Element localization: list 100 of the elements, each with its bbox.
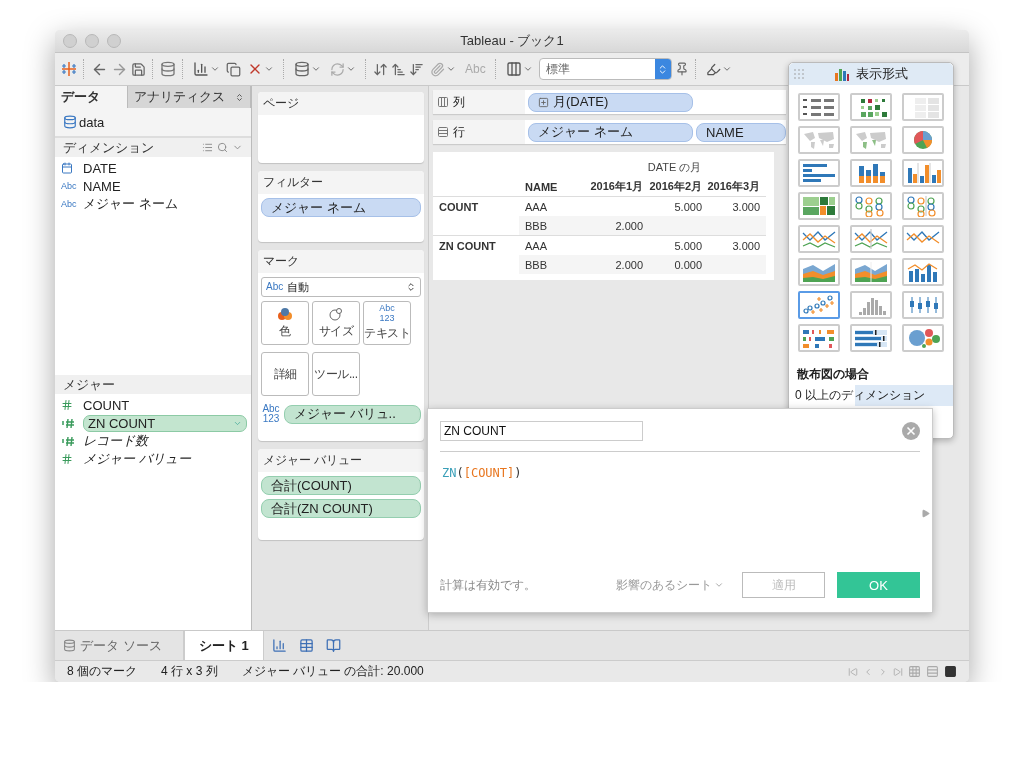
sort-descending-icon[interactable] xyxy=(409,61,424,77)
chart-type-button[interactable] xyxy=(850,225,892,253)
column-header: NAME xyxy=(524,179,559,195)
column-header: 2016年3月 xyxy=(708,179,761,194)
type-label: Abc 123 xyxy=(261,404,281,424)
field-item[interactable]: レコード数 xyxy=(83,432,148,450)
sort-ascending-icon[interactable] xyxy=(391,61,406,77)
chart-type-button[interactable] xyxy=(850,324,892,352)
chart-type-button[interactable] xyxy=(798,258,840,286)
expand-icon[interactable] xyxy=(538,96,549,108)
chart-type-button[interactable] xyxy=(798,225,840,253)
dimension-pill[interactable]: メジャー ネーム xyxy=(261,198,421,217)
database-icon xyxy=(63,115,77,129)
chart-type-button[interactable] xyxy=(850,291,892,319)
status-text: メジャー バリュー の合計: 20.000 xyxy=(241,663,424,680)
horizontal-bar-icon xyxy=(801,162,837,184)
field-item[interactable]: ZN COUNT xyxy=(83,414,247,432)
row-group-label: ZN COUNT xyxy=(433,235,519,255)
pin-icon[interactable] xyxy=(674,62,689,76)
sheet-tab[interactable]: シート 1 xyxy=(184,631,264,660)
chart-type-button[interactable] xyxy=(902,159,944,187)
grid-view-icon[interactable] xyxy=(908,665,921,678)
world-map-icon xyxy=(801,129,837,151)
column-group-header: DATE の月 xyxy=(646,160,703,175)
area-chart-icon xyxy=(801,261,837,283)
type-label: Abc xyxy=(61,199,77,209)
sort-arrows-icon[interactable] xyxy=(235,92,244,102)
new-worksheet-icon[interactable] xyxy=(271,638,287,653)
expand-icon[interactable] xyxy=(921,509,930,518)
single-view-icon[interactable] xyxy=(944,665,957,678)
refresh-icon xyxy=(330,61,345,77)
mark-button[interactable]: Abc 123 テキスト xyxy=(363,301,411,345)
list-view-icon[interactable] xyxy=(202,142,213,153)
close-icon[interactable] xyxy=(902,422,920,440)
new-dashboard-icon[interactable] xyxy=(298,638,314,653)
data-source-name[interactable]: data xyxy=(79,114,105,130)
chart-type-button[interactable] xyxy=(902,225,944,253)
chart-type-button[interactable] xyxy=(902,324,944,352)
section-title: メジャー xyxy=(63,375,115,394)
text-table-icon xyxy=(801,96,837,118)
chart-type-button[interactable] xyxy=(902,192,944,220)
card-title: ページ xyxy=(258,92,424,115)
field-item[interactable]: メジャー ネーム xyxy=(83,195,178,213)
new-story-icon[interactable] xyxy=(325,638,341,653)
highlighter-icon xyxy=(705,61,721,77)
table-cell: BBB xyxy=(519,255,583,274)
mark-button[interactable]: サイズ xyxy=(312,301,360,345)
dimension-pill[interactable]: NAME xyxy=(696,122,786,142)
duplicate-icon[interactable] xyxy=(226,61,241,77)
dimension-pill[interactable]: メジャー ネーム xyxy=(528,122,693,142)
mark-button[interactable]: ツール... xyxy=(312,352,360,396)
caret-icon xyxy=(721,64,732,74)
pane-tab[interactable]: アナリティクス xyxy=(128,86,251,108)
chart-type-button[interactable] xyxy=(798,192,840,220)
card-title: フィルター xyxy=(258,171,424,194)
chart-type-button[interactable] xyxy=(798,291,840,319)
field-item[interactable]: メジャー バリュー xyxy=(83,450,191,468)
grip-icon[interactable] xyxy=(793,68,805,80)
chart-type-button[interactable] xyxy=(902,258,944,286)
pane-tab[interactable]: データ xyxy=(55,86,128,108)
rows-icon xyxy=(437,126,449,138)
status-text: 8 個のマーク xyxy=(67,663,137,680)
caret-icon xyxy=(264,64,274,74)
shelf-label: 行 xyxy=(453,123,465,141)
measure-pill[interactable]: 合計(ZN COUNT) xyxy=(261,499,421,518)
split-area-chart-icon xyxy=(853,261,889,283)
field-item[interactable]: DATE xyxy=(83,160,117,176)
add-data-source-icon[interactable] xyxy=(160,61,176,77)
measure-pill[interactable]: メジャー バリュ.. xyxy=(284,404,421,424)
chart-type-button[interactable] xyxy=(850,258,892,286)
fit-select[interactable]: 標準 xyxy=(538,58,672,80)
mark-button[interactable]: 色 xyxy=(261,301,309,345)
chart-type-button[interactable] xyxy=(850,93,892,121)
chart-type-button[interactable] xyxy=(902,126,944,154)
chart-type-button[interactable] xyxy=(798,93,840,121)
database-icon xyxy=(294,61,310,77)
search-icon[interactable] xyxy=(217,142,228,153)
swap-icon[interactable] xyxy=(373,61,388,77)
measure-pill[interactable]: 合計(COUNT) xyxy=(261,476,421,495)
caret-icon xyxy=(714,580,724,590)
dimension-pill[interactable]: 月(DATE) xyxy=(528,92,693,112)
save-icon[interactable] xyxy=(131,61,146,77)
database-icon xyxy=(63,639,76,652)
gantt-chart-icon xyxy=(801,327,837,349)
select-arrows-icon xyxy=(406,282,416,292)
field-item[interactable]: NAME xyxy=(83,178,121,194)
formula-editor[interactable]: ZN([COUNT]) xyxy=(440,452,920,572)
calculation-name-field[interactable]: ZN COUNT xyxy=(440,421,643,441)
chart-type-button[interactable] xyxy=(798,324,840,352)
chart-type-button[interactable] xyxy=(798,159,840,187)
chart-type-button[interactable] xyxy=(902,291,944,319)
filmstrip-view-icon[interactable] xyxy=(926,665,939,678)
mark-type-select[interactable]: Abc 自動 xyxy=(261,277,421,297)
chart-type-button[interactable] xyxy=(850,159,892,187)
table-cell: 0.000 xyxy=(649,255,708,274)
chart-type-button[interactable] xyxy=(850,192,892,220)
row-group-label: COUNT xyxy=(433,196,519,216)
field-item[interactable]: COUNT xyxy=(83,397,130,413)
app-logo-icon[interactable] xyxy=(61,61,77,77)
mark-button[interactable]: 詳細 xyxy=(261,352,309,396)
